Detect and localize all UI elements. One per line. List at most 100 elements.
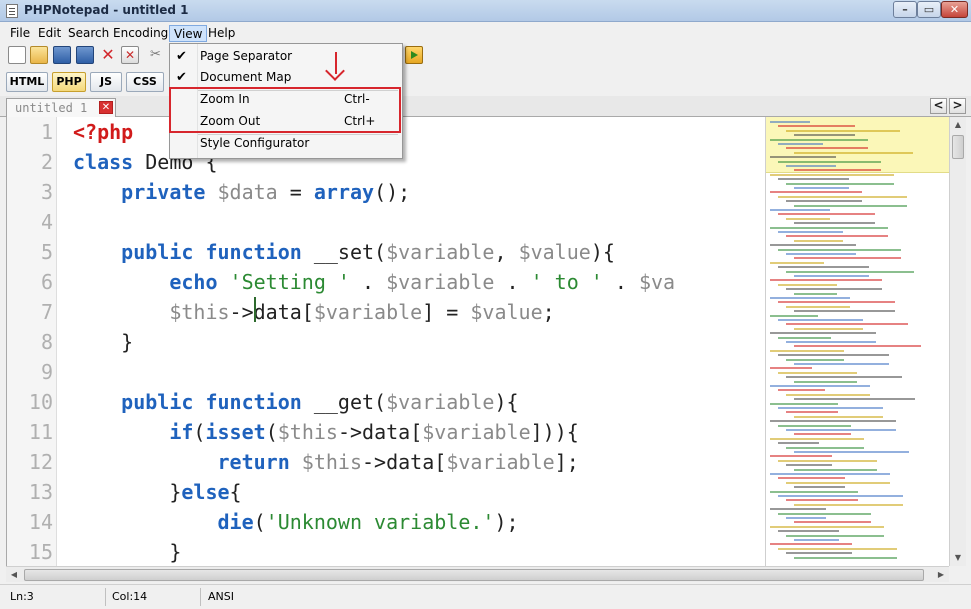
code-token: $variable — [422, 420, 531, 444]
document-map-line — [778, 407, 883, 409]
menu-edit[interactable]: Edit — [34, 25, 65, 42]
document-tab[interactable]: untitled 1 ✕ — [6, 98, 116, 117]
document-map-line — [786, 358, 844, 361]
minimize-button[interactable]: – — [893, 1, 917, 18]
document-map-line — [770, 437, 864, 440]
document-map-line — [786, 235, 888, 238]
code-token: . — [494, 270, 531, 294]
tab-prev-button[interactable]: < — [930, 98, 947, 114]
code-token: public — [121, 390, 194, 414]
menu-item-style-configurator[interactable]: Style Configurator — [170, 133, 402, 154]
vertical-scrollbar[interactable]: ▲ ▼ — [949, 117, 966, 566]
lang-tab-html[interactable]: HTML — [6, 72, 48, 92]
code-token: (); — [374, 180, 411, 204]
run-icon[interactable] — [405, 46, 423, 64]
code-token: ( — [265, 420, 278, 444]
code-line: if(isset($this->data[$variable])){ — [73, 417, 578, 447]
document-map-line — [794, 556, 897, 559]
code-line: private $data = array(); — [73, 177, 410, 207]
menu-search[interactable]: Search — [64, 25, 113, 42]
document-map-line — [786, 464, 832, 467]
code-token: else — [181, 480, 230, 504]
line-number: 11 — [28, 420, 53, 444]
vertical-scroll-thumb[interactable] — [952, 135, 964, 159]
tab-next-button[interactable]: > — [949, 98, 966, 114]
menu-item-document-map[interactable]: ✔ Document Map — [170, 67, 402, 88]
scroll-right-icon[interactable]: ▶ — [933, 567, 949, 583]
scroll-up-icon[interactable]: ▲ — [950, 117, 966, 133]
code-token: $this — [301, 450, 363, 474]
title-bar[interactable]: PHPNotepad - untitled 1 – ▭ ✕ — [0, 0, 971, 22]
document-map-line — [794, 486, 845, 489]
menu-bar: File Edit Search Encoding View Help — [0, 22, 971, 44]
document-map-line — [770, 173, 894, 176]
lang-tab-css[interactable]: CSS — [126, 72, 164, 92]
line-number: 12 — [28, 450, 53, 474]
code-token: ){ — [590, 240, 615, 264]
code-token: private — [121, 180, 206, 204]
lang-tab-js[interactable]: JS — [90, 72, 122, 92]
document-map-line — [770, 385, 870, 387]
tab-close-icon[interactable]: ✕ — [99, 101, 113, 114]
lang-tab-php[interactable]: PHP — [52, 72, 86, 92]
code-area[interactable]: <?php class Demo { private $data = array(… — [73, 117, 765, 566]
document-map-line — [770, 279, 882, 282]
code-token: if — [169, 420, 194, 444]
document-map-line — [770, 261, 824, 264]
document-map-line — [778, 424, 851, 427]
code-line: public function __set($variable, $value)… — [73, 237, 615, 267]
code-line: die('Unknown variable.'); — [73, 507, 519, 537]
menu-item-page-separator[interactable]: ✔ Page Separator — [170, 46, 402, 67]
save-all-icon[interactable] — [76, 46, 94, 64]
line-number: 10 — [28, 390, 53, 414]
document-map-line — [786, 253, 856, 255]
code-editor[interactable]: 1 2 3 4 5 6 7 8 9 10 11 12 13 14 15 <?php class Demo { … — [6, 117, 765, 566]
menu-item-label: Document Map — [200, 70, 292, 84]
document-map-line — [786, 270, 914, 273]
document-map-line — [770, 473, 890, 475]
document-map-line — [770, 156, 836, 159]
maximize-button[interactable]: ▭ — [917, 1, 941, 18]
close-icon[interactable]: ✕ — [99, 46, 117, 64]
document-map-line — [770, 209, 830, 211]
notepad-icon — [6, 4, 18, 18]
menu-view[interactable]: View — [169, 25, 208, 42]
menu-encoding[interactable]: Encoding — [109, 25, 172, 42]
document-map-line — [786, 446, 864, 449]
document-map-line — [770, 349, 844, 352]
document-map[interactable] — [765, 117, 949, 566]
line-number: 7 — [40, 300, 53, 324]
annotation-highlight-box — [169, 87, 401, 133]
menu-help[interactable]: Help — [204, 25, 239, 42]
close-all-icon[interactable]: ✕ — [121, 46, 139, 64]
code-line: return $this->data[$variable]; — [73, 447, 579, 477]
save-icon[interactable] — [53, 46, 71, 64]
line-number-gutter: 1 2 3 4 5 6 7 8 9 10 11 12 13 14 15 — [7, 117, 57, 566]
scroll-left-icon[interactable]: ◀ — [6, 567, 22, 583]
code-token: , — [494, 240, 519, 264]
horizontal-scroll-thumb[interactable] — [24, 569, 924, 581]
code-token: public — [121, 240, 194, 264]
status-encoding: ANSI — [208, 590, 234, 603]
close-window-button[interactable]: ✕ — [941, 1, 968, 18]
document-map-line — [786, 217, 830, 220]
menu-file[interactable]: File — [6, 25, 34, 42]
horizontal-scrollbar[interactable]: ◀ ▶ — [6, 566, 949, 582]
new-file-icon[interactable] — [8, 46, 26, 64]
scroll-down-icon[interactable]: ▼ — [950, 550, 966, 566]
document-map-line — [770, 121, 810, 123]
code-token: . — [349, 270, 387, 294]
code-token: } — [73, 330, 134, 354]
line-number: 15 — [28, 540, 53, 564]
code-token: isset — [205, 420, 266, 444]
line-number: 8 — [40, 330, 53, 354]
document-map-line — [778, 442, 819, 445]
code-token: ->data[ — [362, 450, 447, 474]
cut-icon[interactable]: ✂ — [150, 46, 168, 64]
open-folder-icon[interactable] — [30, 46, 48, 64]
